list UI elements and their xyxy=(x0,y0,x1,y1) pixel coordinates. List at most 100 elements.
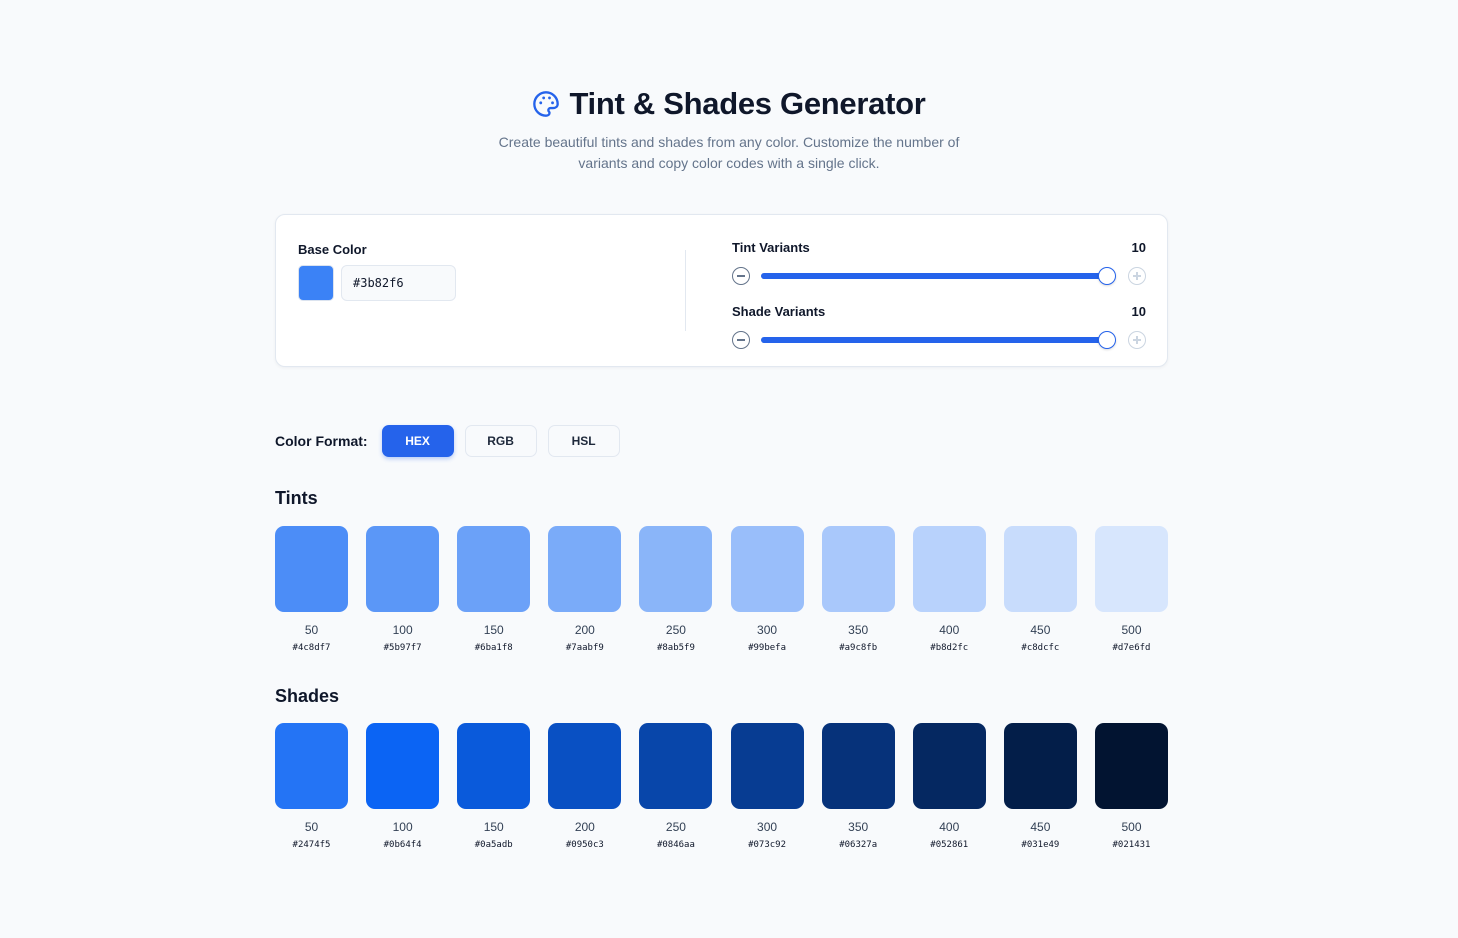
tint-variants-slider[interactable] xyxy=(761,267,1116,285)
tint-swatch[interactable]: 250 #8ab5f9 xyxy=(639,526,713,654)
base-color-label: Base Color xyxy=(298,242,367,257)
swatch-color-code[interactable]: #0846aa xyxy=(639,839,712,851)
swatch-step-label: 150 xyxy=(483,820,504,834)
swatch-step-label: 350 xyxy=(848,820,869,834)
color-chip[interactable] xyxy=(1094,526,1168,612)
tint-decrease-button[interactable] xyxy=(732,267,750,285)
format-hex-button[interactable]: HEX xyxy=(381,425,454,457)
tint-swatch[interactable]: 200 #7aabf9 xyxy=(548,526,622,654)
shade-swatch[interactable]: 450 #031e49 xyxy=(1003,723,1077,851)
shade-variants-control: Shade Variants 10 xyxy=(732,304,1146,352)
shade-swatch[interactable]: 50 #2474f5 xyxy=(275,723,348,851)
color-chip[interactable] xyxy=(457,526,531,612)
swatch-color-code[interactable]: #06327a xyxy=(822,839,895,851)
swatch-step-label: 50 xyxy=(304,623,319,637)
base-color-hex-input[interactable] xyxy=(341,265,456,301)
swatch-color-code[interactable]: #8ab5f9 xyxy=(639,642,712,654)
color-chip[interactable] xyxy=(275,526,348,612)
tints-grid: 50 #4c8df7 100 #5b97f7 150 #6ba1f8 200 #7aabf9 2… xyxy=(275,526,1168,654)
tint-swatch[interactable]: 50 #4c8df7 xyxy=(275,526,348,654)
color-chip[interactable] xyxy=(821,723,895,809)
color-chip[interactable] xyxy=(366,526,440,612)
shade-swatch[interactable]: 500 #021431 xyxy=(1094,723,1168,851)
tint-swatch[interactable]: 300 #99befa xyxy=(730,526,804,654)
controls-card: Base Color Tint Variants 10 Shade Varian… xyxy=(275,214,1168,367)
color-chip[interactable] xyxy=(912,723,986,809)
swatch-color-code[interactable]: #0b64f4 xyxy=(366,839,439,851)
swatch-step-label: 400 xyxy=(939,623,960,637)
color-chip[interactable] xyxy=(730,526,804,612)
shade-variants-label: Shade Variants xyxy=(732,304,826,319)
tint-swatch[interactable]: 400 #b8d2fc xyxy=(912,526,986,654)
swatch-step-label: 350 xyxy=(848,623,869,637)
tint-swatch[interactable]: 500 #d7e6fd xyxy=(1094,526,1168,654)
swatch-color-code[interactable]: #6ba1f8 xyxy=(457,642,530,654)
color-chip[interactable] xyxy=(548,723,622,809)
swatch-step-label: 500 xyxy=(1121,623,1142,637)
color-chip[interactable] xyxy=(1003,723,1077,809)
color-chip[interactable] xyxy=(1003,526,1077,612)
swatch-color-code[interactable]: #2474f5 xyxy=(275,839,348,851)
swatch-color-code[interactable]: #5b97f7 xyxy=(366,642,439,654)
shade-swatch[interactable]: 400 #052861 xyxy=(912,723,986,851)
swatch-color-code[interactable]: #073c92 xyxy=(731,839,804,851)
swatch-step-label: 300 xyxy=(757,623,778,637)
tint-variants-control: Tint Variants 10 xyxy=(732,240,1146,288)
color-chip[interactable] xyxy=(639,723,713,809)
tint-swatch[interactable]: 450 #c8dcfc xyxy=(1003,526,1077,654)
swatch-color-code[interactable]: #0950c3 xyxy=(548,839,621,851)
base-color-picker[interactable] xyxy=(298,265,334,301)
color-chip[interactable] xyxy=(1094,723,1168,809)
swatch-color-code[interactable]: #a9c8fb xyxy=(822,642,895,654)
color-chip[interactable] xyxy=(821,526,895,612)
shade-swatch[interactable]: 100 #0b64f4 xyxy=(366,723,440,851)
shade-swatch[interactable]: 150 #0a5adb xyxy=(457,723,531,851)
color-chip[interactable] xyxy=(730,723,804,809)
color-chip[interactable] xyxy=(457,723,531,809)
swatch-color-code[interactable]: #031e49 xyxy=(1004,839,1077,851)
color-format-label: Color Format: xyxy=(275,433,368,449)
shade-decrease-button[interactable] xyxy=(732,331,750,349)
swatch-step-label: 450 xyxy=(1030,820,1051,834)
format-hsl-button[interactable]: HSL xyxy=(547,425,620,457)
tint-increase-button[interactable] xyxy=(1128,267,1146,285)
swatch-color-code[interactable]: #052861 xyxy=(913,839,986,851)
shade-slider-thumb[interactable] xyxy=(1098,331,1116,349)
tint-swatch[interactable]: 350 #a9c8fb xyxy=(821,526,895,654)
shade-swatch[interactable]: 300 #073c92 xyxy=(730,723,804,851)
shade-swatch[interactable]: 350 #06327a xyxy=(821,723,895,851)
controls-divider xyxy=(685,250,686,331)
swatch-color-code[interactable]: #0a5adb xyxy=(457,839,530,851)
shades-heading: Shades xyxy=(275,686,340,706)
tint-variants-label: Tint Variants xyxy=(732,240,810,255)
shade-swatch[interactable]: 200 #0950c3 xyxy=(548,723,622,851)
swatch-color-code[interactable]: #b8d2fc xyxy=(913,642,986,654)
swatch-color-code[interactable]: #d7e6fd xyxy=(1095,642,1168,654)
swatch-color-code[interactable]: #c8dcfc xyxy=(1004,642,1077,654)
swatch-step-label: 200 xyxy=(574,623,595,637)
palette-icon xyxy=(533,91,560,117)
swatch-color-code[interactable]: #99befa xyxy=(731,642,804,654)
shade-variants-slider[interactable] xyxy=(761,331,1116,349)
tint-slider-thumb[interactable] xyxy=(1098,267,1116,285)
color-chip[interactable] xyxy=(275,723,348,809)
swatch-color-code[interactable]: #021431 xyxy=(1095,839,1168,851)
tint-slider-fill xyxy=(761,273,1107,279)
color-chip[interactable] xyxy=(912,526,986,612)
swatch-step-label: 500 xyxy=(1121,820,1142,834)
format-rgb-button[interactable]: RGB xyxy=(464,425,537,457)
tint-swatch[interactable]: 150 #6ba1f8 xyxy=(457,526,531,654)
swatch-color-code[interactable]: #4c8df7 xyxy=(275,642,348,654)
shade-swatch[interactable]: 250 #0846aa xyxy=(639,723,713,851)
color-chip[interactable] xyxy=(639,526,713,612)
swatch-color-code[interactable]: #7aabf9 xyxy=(548,642,621,654)
tint-swatch[interactable]: 100 #5b97f7 xyxy=(366,526,440,654)
swatch-step-label: 150 xyxy=(483,623,504,637)
color-chip[interactable] xyxy=(548,526,622,612)
swatch-step-label: 400 xyxy=(939,820,960,834)
minus-icon xyxy=(737,339,745,341)
color-chip[interactable] xyxy=(366,723,440,809)
title-row: Tint & Shades Generator xyxy=(0,84,1458,124)
shade-increase-button[interactable] xyxy=(1128,331,1146,349)
shade-variants-value: 10 xyxy=(1131,304,1146,319)
